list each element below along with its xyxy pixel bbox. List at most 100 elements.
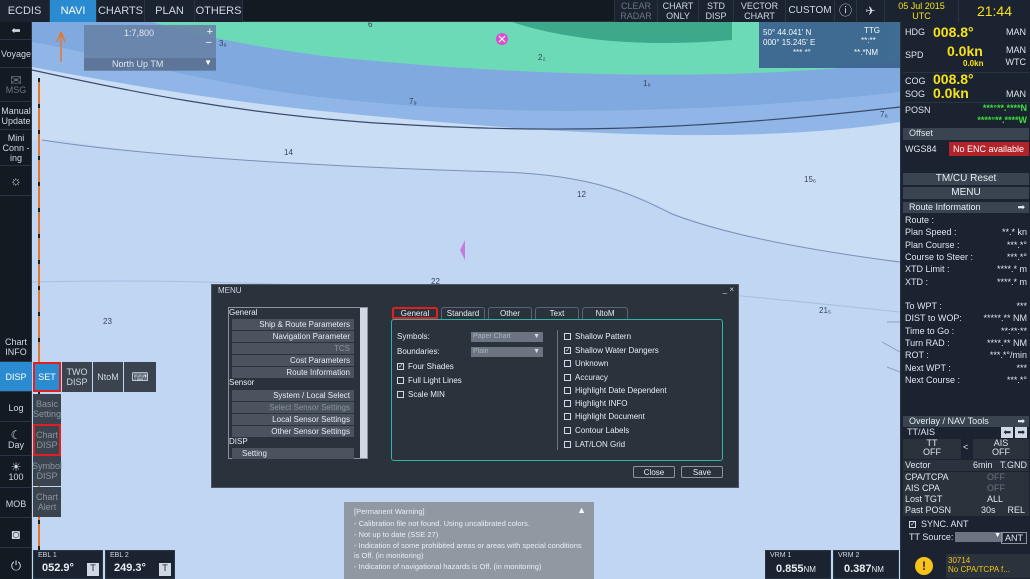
list-item[interactable]: Cost Parameters [232,355,354,366]
four-shades-checkbox[interactable]: ✓ Four Shades [397,362,454,371]
tab-ntom[interactable]: NtoM [582,307,628,319]
keyboard-icon[interactable]: ⌨ [124,362,156,392]
tt-toggle[interactable]: TT OFF [903,439,961,459]
orientation-select[interactable]: North Up TM ▼ [84,58,216,70]
list-item[interactable]: Route Information [232,367,354,378]
set-button[interactable]: SET [33,362,61,392]
satellite-icon[interactable]: ✈ [856,0,884,22]
mob-button[interactable]: MOB [0,490,32,518]
chart-disp-button[interactable]: Chart DISP [33,424,61,456]
scale-min-checkbox[interactable]: Scale MIN [397,390,445,399]
back-icon[interactable]: ⬅ [0,22,32,40]
highlight-date-checkbox[interactable]: Highlight Date Dependent [564,386,667,395]
collapse-icon[interactable]: ▲ [577,505,586,515]
category-general[interactable]: General [229,308,353,317]
disp-button[interactable]: DISP [0,362,32,392]
vrm1-panel[interactable]: VRM 1 0.855NM [765,550,831,579]
alarm-icon[interactable]: ! [904,554,944,578]
ntom-button[interactable]: NtoM [93,362,123,392]
arrow-right-icon[interactable]: ➡ [1015,427,1027,438]
day-button[interactable]: ☾ Day [0,424,32,456]
permanent-warning[interactable]: [Permanent Warning] ▲ - Calibration file… [344,502,594,579]
msg-button[interactable]: ✉ MSG [0,68,32,102]
list-item[interactable]: Ship & Route Parameters [232,319,354,330]
tab-others[interactable]: OTHERS [195,0,243,22]
tab-navi[interactable]: NAVI [50,0,97,22]
contour-labels-checkbox[interactable]: Contour Labels [564,426,629,435]
ebl2-panel[interactable]: EBL 2 249.3° T [105,550,175,579]
cpa-row[interactable]: CPA/TCPA OFF [903,472,1029,483]
help-icon[interactable]: ⓘ [834,0,856,22]
list-item[interactable]: Setting [232,448,354,459]
camera-icon[interactable]: ◙ [0,520,32,548]
full-light-lines-checkbox[interactable]: Full Light Lines [397,376,462,385]
zoom-out-icon[interactable]: − [206,37,212,49]
dimmer-button[interactable]: ☀ 100 [0,456,32,488]
vector-row[interactable]: Vector 6min T.GND [903,460,1029,471]
list-item[interactable]: Local Sensor Settings [232,414,354,425]
vector-chart-button[interactable]: VECTOR CHART [733,0,785,22]
scale-value[interactable]: 1:7,800 [124,28,154,38]
chart-alert-button[interactable]: Chart Alert [33,487,61,517]
tmcu-reset-button[interactable]: TM/CU Reset [903,173,1029,185]
list-item[interactable]: System / Local Select [232,390,354,401]
symbols-select[interactable]: Paper Chart ▼ [471,332,543,342]
list-item[interactable]: Navigation Parameter [232,331,354,342]
latlon-grid-checkbox[interactable]: LAT/LON Grid [564,440,625,449]
alarm-box[interactable]: 30714 No CPA/TCPA f... [946,554,1030,578]
shallow-pattern-checkbox[interactable]: Shallow Pattern [564,332,631,341]
tt-source-select[interactable]: ▼ [955,532,1003,542]
two-disp-button[interactable]: TWO DISP [62,362,92,392]
shallow-water-dangers-checkbox[interactable]: ✓ Shallow Water Dangers [564,346,659,355]
list-scrollbar[interactable] [360,308,367,458]
ais-toggle[interactable]: AIS OFF [973,439,1029,459]
tab-ecdis[interactable]: ECDIS [0,0,50,22]
accuracy-checkbox[interactable]: Accuracy [564,373,608,382]
ant-button[interactable]: ANT [1001,532,1027,544]
chart-info-button[interactable]: Chart INFO [0,332,32,362]
menu-button[interactable]: MENU [903,187,1029,199]
sync-ant-checkbox[interactable]: ✓ SYNC. ANT [903,519,1029,530]
power-icon[interactable]: ⏻ [0,552,32,579]
offset-button[interactable]: Offset [903,128,1029,140]
voyage-button[interactable]: Voyage [0,40,32,68]
arrow-left-icon[interactable]: ⬅ [1001,427,1013,438]
save-button[interactable]: Save [681,466,723,478]
ebl1-panel[interactable]: EBL 1 052.9° T [33,550,103,579]
less-than-icon[interactable]: < [963,442,973,452]
window-controls[interactable]: _ × [723,285,734,294]
ais-cpa-row[interactable]: AIS CPA OFF [903,483,1029,494]
sounding: 6 [368,22,373,29]
tab-standard[interactable]: Standard [441,307,485,319]
route-info-header[interactable]: Route Information ➡ [903,202,1029,213]
custom-button[interactable]: CUSTOM [785,0,834,22]
log-button[interactable]: Log [0,394,32,422]
tab-general[interactable]: General [392,307,438,319]
unknown-checkbox[interactable]: Unknown [564,359,608,368]
tab-plan[interactable]: PLAN [145,0,195,22]
clear-radar-button[interactable]: CLEAR RADAR [614,0,657,22]
tab-text[interactable]: Text [535,307,579,319]
chart-only-button[interactable]: CHART ONLY [657,0,698,22]
weather-icon[interactable]: ☼ [0,166,32,196]
ebl2-mode[interactable]: T [159,563,171,576]
manual-update-button[interactable]: Manual Update [0,102,32,130]
highlight-info-checkbox[interactable]: Highlight INFO [564,399,627,408]
mini-conning-button[interactable]: Mini Conn -ing [0,130,32,166]
category-disp[interactable]: DISP [229,437,353,446]
symbol-disp-button[interactable]: Symbol DISP [32,456,62,486]
past-posn-row[interactable]: Past POSN 30s REL [903,505,1029,516]
list-item[interactable]: Other Sensor Settings [232,426,354,437]
boundaries-select[interactable]: Plain ▼ [471,347,543,357]
vrm2-panel[interactable]: VRM 2 0.387NM [833,550,899,579]
lost-tgt-row[interactable]: Lost TGT ALL [903,494,1029,505]
tab-charts[interactable]: CHARTS [97,0,145,22]
close-button[interactable]: Close [633,466,675,478]
sync-ant-label: SYNC. ANT [921,519,969,529]
ebl1-mode[interactable]: T [87,563,99,576]
category-sensor[interactable]: Sensor [229,378,353,387]
std-disp-button[interactable]: STD DISP [698,0,733,22]
basic-setting-button[interactable]: Basic Setting [33,394,61,424]
tab-other[interactable]: Other [488,307,532,319]
highlight-document-checkbox[interactable]: Highlight Document [564,412,645,421]
